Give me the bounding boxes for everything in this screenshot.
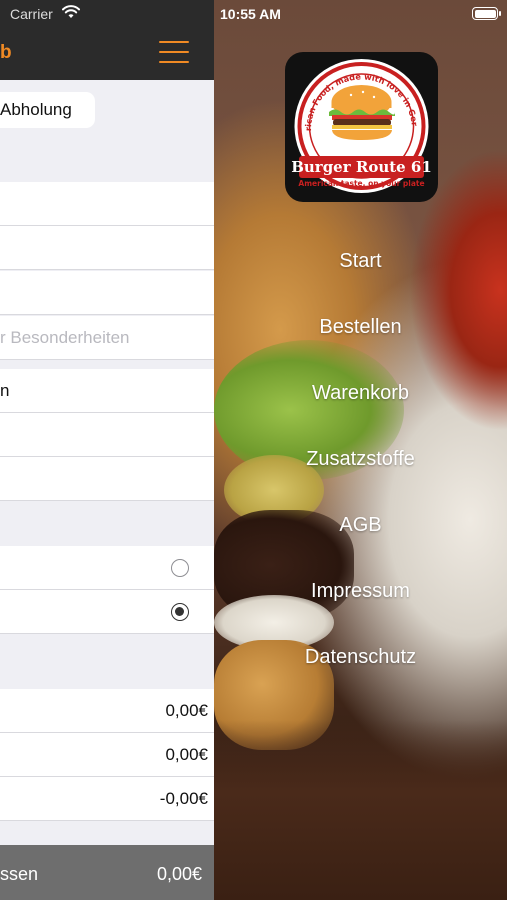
hamburger-menu-icon[interactable] bbox=[159, 41, 189, 63]
menu-item-warenkorb[interactable]: Warenkorb bbox=[214, 382, 507, 405]
field-value: n bbox=[0, 381, 10, 400]
radio-button-icon[interactable] bbox=[171, 559, 189, 577]
clock: 10:55 AM bbox=[220, 6, 281, 22]
pickup-segment[interactable]: Abholung bbox=[0, 92, 95, 128]
burger-route-logo: American Food, made with love in Germany… bbox=[281, 44, 438, 202]
payment-option-row[interactable] bbox=[0, 546, 214, 590]
logo-tagline: American taste, on your plate bbox=[298, 179, 424, 188]
logo-brand-name: Burger Route 61 bbox=[291, 158, 432, 176]
checkout-bar[interactable]: ssen 0,00€ bbox=[0, 845, 214, 900]
carrier-label: Carrier bbox=[10, 6, 53, 22]
menu-item-start[interactable]: Start bbox=[214, 250, 507, 273]
amount-value: -0,00€ bbox=[159, 789, 208, 808]
form-row[interactable] bbox=[0, 182, 214, 226]
nav-title: b bbox=[0, 42, 12, 63]
amount-value: 0,00€ bbox=[165, 745, 208, 764]
logo-emblem-icon: American Food, made with love in Germany… bbox=[281, 44, 432, 193]
status-bar: Carrier 10:55 AM bbox=[0, 0, 507, 28]
checkout-total: 0,00€ bbox=[156, 864, 202, 884]
form-row[interactable] bbox=[0, 226, 214, 270]
cart-panel: b Abholung r Besonderheiten n 0,00€ 0,00… bbox=[0, 0, 214, 900]
notes-row[interactable]: r Besonderheiten bbox=[0, 316, 214, 360]
notes-placeholder: r Besonderheiten bbox=[0, 328, 130, 347]
pickup-segment-label: Abholung bbox=[0, 100, 72, 119]
menu-item-datenschutz[interactable]: Datenschutz bbox=[214, 646, 507, 669]
checkout-label: ssen bbox=[0, 864, 39, 884]
amount-row: -0,00€ bbox=[0, 777, 214, 821]
menu-item-impressum[interactable]: Impressum bbox=[214, 580, 507, 603]
battery-icon bbox=[472, 7, 501, 20]
payment-option-row[interactable] bbox=[0, 590, 214, 634]
form-row[interactable]: n bbox=[0, 369, 214, 413]
menu-item-zusatzstoffe[interactable]: Zusatzstoffe bbox=[214, 448, 507, 471]
form-row[interactable] bbox=[0, 457, 214, 501]
menu-item-bestellen[interactable]: Bestellen bbox=[214, 316, 507, 339]
amount-row: 0,00€ bbox=[0, 689, 214, 733]
radio-button-selected-icon[interactable] bbox=[171, 603, 189, 621]
form-row[interactable] bbox=[0, 413, 214, 457]
wifi-icon bbox=[62, 5, 80, 18]
wooden-board-shape bbox=[214, 720, 507, 900]
amount-value: 0,00€ bbox=[165, 701, 208, 720]
menu-item-agb[interactable]: AGB bbox=[214, 514, 507, 537]
amount-row: 0,00€ bbox=[0, 733, 214, 777]
form-row[interactable] bbox=[0, 271, 214, 315]
